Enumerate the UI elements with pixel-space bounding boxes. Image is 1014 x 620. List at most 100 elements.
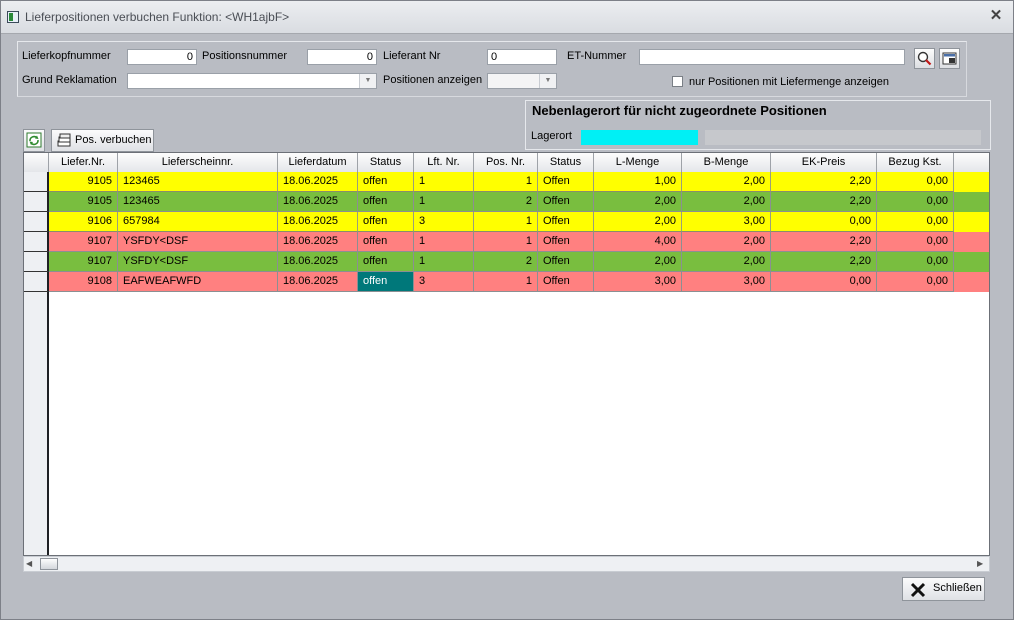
cell-bezug-kst[interactable]: 0,00	[877, 252, 954, 272]
row-selector[interactable]	[24, 212, 49, 232]
cell-l-menge[interactable]: 3,00	[594, 272, 682, 292]
cell-b-menge[interactable]: 2,00	[682, 232, 771, 252]
cell-liefer-nr[interactable]: 9105	[49, 172, 118, 192]
cell-lieferscheinnr[interactable]: YSFDY<DSF	[118, 252, 278, 272]
cell-status[interactable]: offen	[358, 272, 414, 292]
cell-lieferdatum[interactable]: 18.06.2025	[278, 252, 358, 272]
column-header-ek-preis[interactable]: EK-Preis	[771, 153, 877, 172]
scroll-thumb[interactable]	[40, 558, 58, 570]
cell-status2[interactable]: Offen	[538, 172, 594, 192]
cell-status[interactable]: offen	[358, 172, 414, 192]
lieferant-field[interactable]: 0	[487, 49, 557, 65]
cell-l-menge[interactable]: 2,00	[594, 192, 682, 212]
table-row[interactable]: 9107 YSFDY<DSF 18.06.2025 offen 1 1 Offen 4,00 2…	[49, 232, 989, 252]
cell-pos-nr[interactable]: 1	[474, 272, 538, 292]
close-button[interactable]: Schließen	[902, 577, 985, 601]
cell-l-menge[interactable]: 2,00	[594, 252, 682, 272]
et-nummer-field[interactable]	[639, 49, 905, 65]
cell-bezug-kst[interactable]: 0,00	[877, 232, 954, 252]
cell-pos-nr[interactable]: 1	[474, 212, 538, 232]
column-header-lieferscheinnr[interactable]: Lieferscheinnr.	[118, 153, 278, 172]
row-selector[interactable]	[24, 192, 49, 212]
column-header-lieferdatum[interactable]: Lieferdatum	[278, 153, 358, 172]
table-row[interactable]: 9106 657984 18.06.2025 offen 3 1 Offen 2,00 3,00…	[49, 212, 989, 232]
cell-bezug-kst[interactable]: 0,00	[877, 172, 954, 192]
column-header-bezug-kst[interactable]: Bezug Kst.	[877, 153, 954, 172]
column-header-b-menge[interactable]: B-Menge	[682, 153, 771, 172]
cell-lieferscheinnr[interactable]: 123465	[118, 172, 278, 192]
table-row[interactable]: 9105 123465 18.06.2025 offen 1 1 Offen 1,00 2,00…	[49, 172, 989, 192]
cell-lieferdatum[interactable]: 18.06.2025	[278, 272, 358, 292]
cell-bezug-kst[interactable]: 0,00	[877, 192, 954, 212]
cell-lft-nr[interactable]: 1	[414, 172, 474, 192]
cell-lieferscheinnr[interactable]: 123465	[118, 192, 278, 212]
clear-search-button[interactable]	[939, 48, 960, 69]
cell-b-menge[interactable]: 3,00	[682, 272, 771, 292]
cell-pos-nr[interactable]: 1	[474, 232, 538, 252]
cell-liefer-nr[interactable]: 9106	[49, 212, 118, 232]
column-header-lft-nr[interactable]: Lft. Nr.	[414, 153, 474, 172]
cell-lieferscheinnr[interactable]: EAFWEAFWFD	[118, 272, 278, 292]
chevron-down-icon[interactable]: ▼	[359, 74, 376, 88]
column-header-pos-nr[interactable]: Pos. Nr.	[474, 153, 538, 172]
horizontal-scrollbar[interactable]: ◀ ▶	[23, 556, 990, 572]
cell-lieferscheinnr[interactable]: YSFDY<DSF	[118, 232, 278, 252]
cell-status2[interactable]: Offen	[538, 192, 594, 212]
search-button[interactable]	[914, 48, 935, 69]
cell-l-menge[interactable]: 1,00	[594, 172, 682, 192]
cell-ek-preis[interactable]: 2,20	[771, 192, 877, 212]
cell-ek-preis[interactable]: 2,20	[771, 172, 877, 192]
chevron-down-icon[interactable]: ▼	[539, 74, 556, 88]
cell-l-menge[interactable]: 2,00	[594, 212, 682, 232]
pos-verbuchen-button[interactable]: Pos. verbuchen	[51, 129, 154, 152]
scroll-left-icon[interactable]: ◀	[26, 559, 36, 569]
column-header-status2[interactable]: Status	[538, 153, 594, 172]
lieferkopfnummer-field[interactable]: 0	[127, 49, 197, 65]
cell-liefer-nr[interactable]: 9108	[49, 272, 118, 292]
cell-bezug-kst[interactable]: 0,00	[877, 272, 954, 292]
row-selector[interactable]	[24, 232, 49, 252]
cell-liefer-nr[interactable]: 9107	[49, 252, 118, 272]
cell-status2[interactable]: Offen	[538, 212, 594, 232]
cell-lieferdatum[interactable]: 18.06.2025	[278, 212, 358, 232]
cell-ek-preis[interactable]: 0,00	[771, 212, 877, 232]
positionsnummer-field[interactable]: 0	[307, 49, 377, 65]
grund-reklamation-dropdown[interactable]: ▼	[127, 73, 377, 89]
lagerort-field[interactable]	[581, 130, 698, 145]
cell-ek-preis[interactable]: 2,20	[771, 252, 877, 272]
cell-b-menge[interactable]: 2,00	[682, 192, 771, 212]
cell-liefer-nr[interactable]: 9107	[49, 232, 118, 252]
cell-lft-nr[interactable]: 1	[414, 232, 474, 252]
row-selector[interactable]	[24, 252, 49, 272]
cell-b-menge[interactable]: 2,00	[682, 252, 771, 272]
column-header-status[interactable]: Status	[358, 153, 414, 172]
table-row[interactable]: 9108 EAFWEAFWFD 18.06.2025 offen 3 1 Offen 3,00…	[49, 272, 989, 292]
row-selector[interactable]	[24, 172, 49, 192]
refresh-button[interactable]	[23, 129, 45, 152]
cell-b-menge[interactable]: 2,00	[682, 172, 771, 192]
cell-ek-preis[interactable]: 2,20	[771, 232, 877, 252]
cell-status[interactable]: offen	[358, 192, 414, 212]
close-icon[interactable]: ✕	[987, 7, 1005, 25]
cell-lieferdatum[interactable]: 18.06.2025	[278, 192, 358, 212]
cell-lft-nr[interactable]: 3	[414, 272, 474, 292]
cell-status2[interactable]: Offen	[538, 252, 594, 272]
scroll-right-icon[interactable]: ▶	[977, 559, 987, 569]
cell-lft-nr[interactable]: 3	[414, 212, 474, 232]
cell-status[interactable]: offen	[358, 252, 414, 272]
cell-lieferscheinnr[interactable]: 657984	[118, 212, 278, 232]
cell-b-menge[interactable]: 3,00	[682, 212, 771, 232]
cell-lft-nr[interactable]: 1	[414, 252, 474, 272]
nur-positionen-checkbox[interactable]	[672, 76, 683, 87]
positions-grid[interactable]: Liefer.Nr. Lieferscheinnr. Lieferdatum Stat…	[23, 152, 990, 556]
cell-pos-nr[interactable]: 2	[474, 192, 538, 212]
cell-status2[interactable]: Offen	[538, 272, 594, 292]
cell-liefer-nr[interactable]: 9105	[49, 192, 118, 212]
table-row[interactable]: 9105 123465 18.06.2025 offen 1 2 Offen 2,00 2,00…	[49, 192, 989, 212]
cell-pos-nr[interactable]: 1	[474, 172, 538, 192]
cell-status2[interactable]: Offen	[538, 232, 594, 252]
cell-status[interactable]: offen	[358, 232, 414, 252]
row-selector[interactable]	[24, 272, 49, 292]
cell-lieferdatum[interactable]: 18.06.2025	[278, 232, 358, 252]
cell-lieferdatum[interactable]: 18.06.2025	[278, 172, 358, 192]
